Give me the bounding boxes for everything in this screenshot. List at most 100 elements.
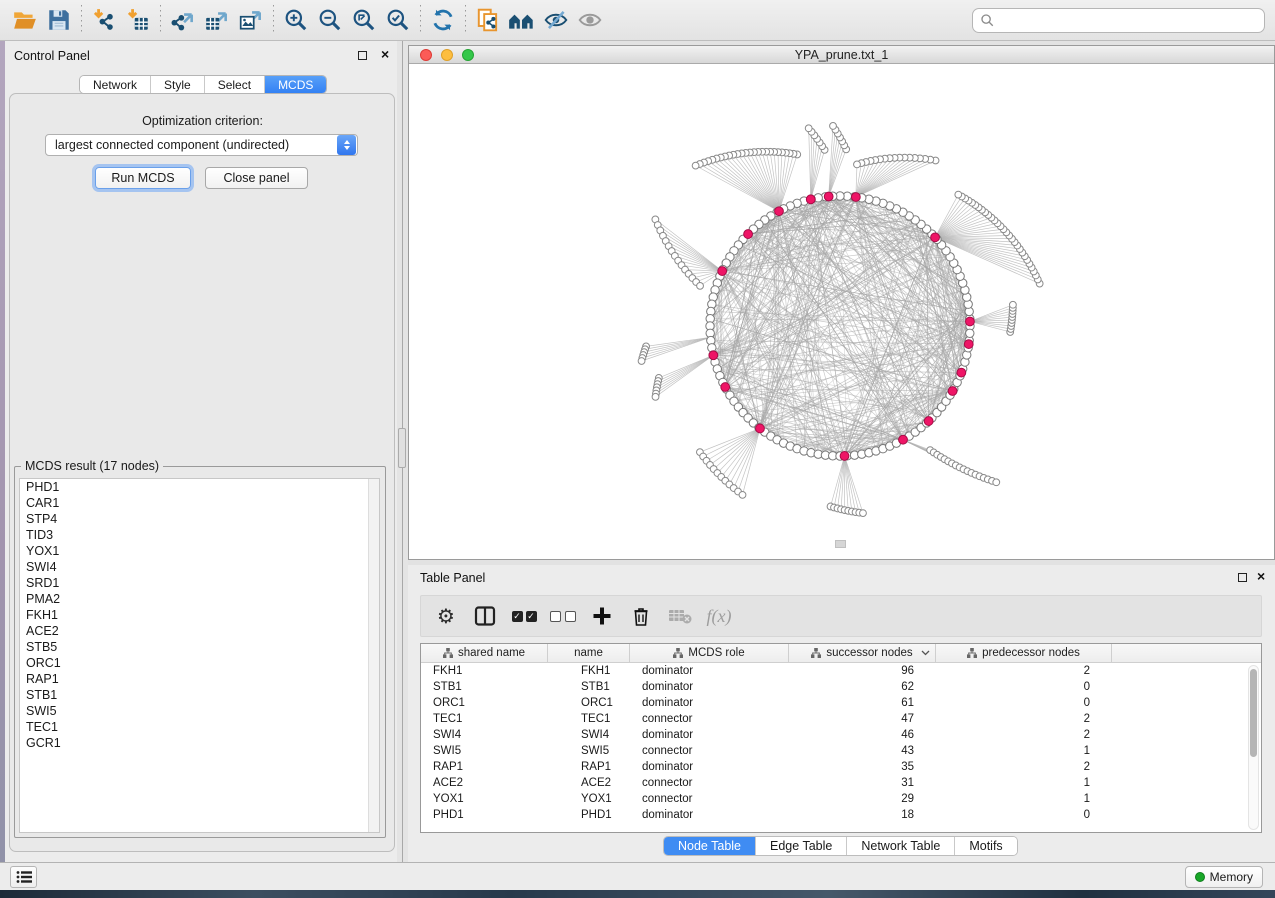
mcds-result-item[interactable]: TEC1 [20,719,379,735]
network-canvas[interactable] [409,64,1274,559]
node-table[interactable]: shared namenameMCDS rolesuccessor nodesp… [420,643,1262,833]
export-image-icon[interactable] [234,3,268,37]
tab-style[interactable]: Style [151,76,205,93]
table-row[interactable]: RAP1RAP1dominator352 [421,759,1261,775]
zoom-out-icon[interactable] [313,3,347,37]
mcds-result-item[interactable]: FKH1 [20,607,379,623]
open-icon[interactable] [8,3,42,37]
table-scrollbar[interactable] [1248,665,1259,830]
select-all-icon[interactable]: ✓✓ [509,601,539,631]
cell: SWI4 [421,727,548,743]
mcds-result-item[interactable]: ACE2 [20,623,379,639]
cell: 31 [789,775,936,791]
cell: YOX1 [421,791,548,807]
tab-select[interactable]: Select [205,76,265,93]
new-network-from-selection-icon[interactable] [471,3,505,37]
apply-preferred-layout-icon[interactable] [426,3,460,37]
mcds-result-item[interactable]: STB5 [20,639,379,655]
tab-network[interactable]: Network [80,76,151,93]
import-network-icon[interactable] [87,3,121,37]
panel-splitter[interactable] [397,41,408,862]
status-menu-button[interactable] [10,866,37,888]
table-row[interactable]: YOX1YOX1connector291 [421,791,1261,807]
cell: 35 [789,759,936,775]
mcds-result-item[interactable]: STP4 [20,511,379,527]
column-header-shared-name[interactable]: shared name [421,644,548,662]
column-header-mcds-role[interactable]: MCDS role [630,644,789,662]
cell: dominator [630,663,789,679]
bottom-tab-motifs[interactable]: Motifs [955,837,1016,855]
mcds-result-item[interactable]: CAR1 [20,495,379,511]
column-header-successor-nodes[interactable]: successor nodes [789,644,936,662]
column-header-predecessor-nodes[interactable]: predecessor nodes [936,644,1112,662]
cell: SWI5 [548,743,630,759]
criterion-select[interactable]: largest connected component (undirected) [45,134,358,156]
search-box[interactable] [972,8,1265,33]
export-network-icon[interactable] [166,3,200,37]
mcds-result-item[interactable]: RAP1 [20,671,379,687]
search-input[interactable] [995,11,1264,31]
memory-button[interactable]: Memory [1185,866,1263,888]
column-header-name[interactable]: name [548,644,630,662]
mcds-result-item[interactable]: PHD1 [20,479,379,495]
mcds-result-item[interactable]: ORC1 [20,655,379,671]
import-table-icon[interactable] [121,3,155,37]
table-row[interactable]: ACE2ACE2connector311 [421,775,1261,791]
bottom-tab-network-table[interactable]: Network Table [847,837,955,855]
first-neighbors-icon[interactable] [505,3,539,37]
network-window: YPA_prune.txt_1 [408,45,1275,560]
zoom-in-icon[interactable] [279,3,313,37]
horizontal-scrollbar-thumb[interactable] [835,540,846,548]
table-panel: Table Panel × ⚙ ✓✓ ✓✓ f(x) shared namena… [408,565,1275,862]
cell: PHD1 [548,807,630,823]
export-table-icon[interactable] [200,3,234,37]
deselect-all-icon[interactable]: ✓✓ [548,601,578,631]
status-bar: Memory [0,862,1275,890]
tab-mcds[interactable]: MCDS [265,76,326,93]
split-columns-icon[interactable] [470,601,500,631]
table-row[interactable]: SWI4SWI4dominator462 [421,727,1261,743]
delete-column-icon[interactable] [626,601,656,631]
criterion-value: largest connected component (undirected) [46,138,337,152]
mcds-result-item[interactable]: TID3 [20,527,379,543]
function-builder-icon: f(x) [704,601,734,631]
mcds-result-item[interactable]: PMA2 [20,591,379,607]
table-row[interactable]: FKH1FKH1dominator962 [421,663,1261,679]
table-row[interactable]: STB1STB1dominator620 [421,679,1261,695]
float-window-icon[interactable] [358,51,367,60]
cell: 2 [936,759,1112,775]
settings-icon[interactable]: ⚙ [431,601,461,631]
list-scrollbar[interactable] [368,479,379,832]
close-panel-icon[interactable]: × [381,45,389,63]
mcds-result-item[interactable]: STB1 [20,687,379,703]
cell: 2 [936,663,1112,679]
network-window-titlebar[interactable]: YPA_prune.txt_1 [409,46,1274,64]
bottom-tab-node-table[interactable]: Node Table [664,837,756,855]
cell: 2 [936,727,1112,743]
mcds-result-item[interactable]: SRD1 [20,575,379,591]
splitter-handle[interactable] [398,428,406,468]
close-panel-icon[interactable]: × [1257,567,1265,585]
memory-status-icon [1195,872,1205,882]
zoom-fit-icon[interactable] [347,3,381,37]
hide-selection-icon[interactable] [539,3,573,37]
table-scrollbar-thumb[interactable] [1250,669,1257,757]
table-row[interactable]: SWI5SWI5connector431 [421,743,1261,759]
table-row[interactable]: ORC1ORC1dominator610 [421,695,1261,711]
mcds-result-item[interactable]: YOX1 [20,543,379,559]
cell: 1 [936,775,1112,791]
table-row[interactable]: PHD1PHD1dominator180 [421,807,1261,823]
add-column-icon[interactable] [587,601,617,631]
mcds-result-list[interactable]: PHD1CAR1STP4TID3YOX1SWI4SRD1PMA2FKH1ACE2… [19,478,380,833]
table-row[interactable]: TEC1TEC1connector472 [421,711,1261,727]
zoom-selected-icon[interactable] [381,3,415,37]
mcds-result-item[interactable]: SWI5 [20,703,379,719]
close-panel-button[interactable]: Close panel [205,167,308,189]
bottom-tab-edge-table[interactable]: Edge Table [756,837,847,855]
run-mcds-button[interactable]: Run MCDS [95,167,191,189]
cell: connector [630,711,789,727]
mcds-result-item[interactable]: GCR1 [20,735,379,751]
save-icon[interactable] [42,3,76,37]
float-window-icon[interactable] [1238,573,1247,582]
mcds-result-item[interactable]: SWI4 [20,559,379,575]
